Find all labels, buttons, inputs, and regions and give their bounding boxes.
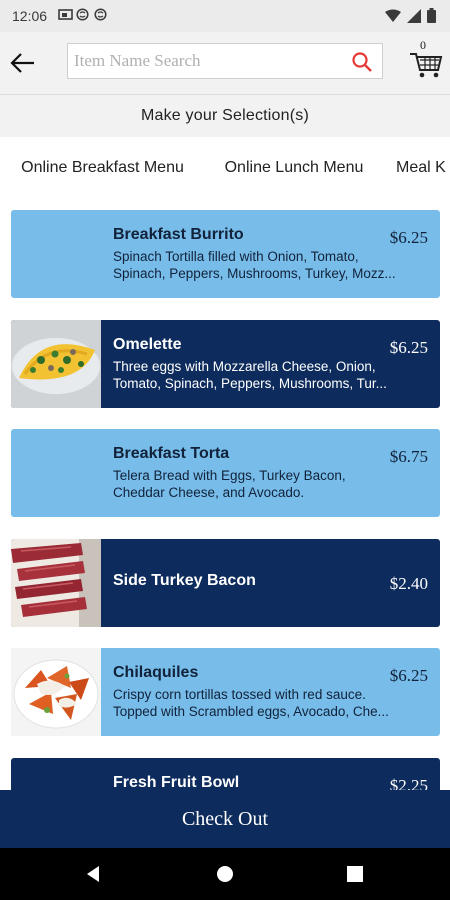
tab-meal-kit[interactable]: Meal K [396, 137, 450, 199]
item-price: $6.75 [389, 447, 428, 466]
battery-icon [427, 8, 436, 28]
search-button[interactable] [350, 50, 374, 74]
item-name: Chilaquiles [113, 664, 199, 681]
item-name: Omelette [113, 336, 182, 353]
wifi-icon [385, 9, 401, 27]
tab-online-breakfast-menu[interactable]: Online Breakfast Menu [0, 137, 205, 199]
circle-home-icon [217, 866, 233, 882]
selection-title: Make your Selection(s) [0, 95, 450, 137]
item-description-line: Tomato, Spinach, Peppers, Mushrooms, Tur… [113, 376, 387, 391]
cart-button[interactable]: 0 [408, 38, 444, 80]
menu-item-side-turkey-bacon[interactable]: Side Turkey Bacon $2.40 [11, 539, 440, 627]
item-price: $2.40 [389, 574, 428, 593]
checkout-button[interactable]: Check Out [0, 790, 450, 848]
item-name: Side Turkey Bacon [113, 572, 256, 589]
turkey-bacon-image [11, 539, 101, 627]
back-button[interactable] [8, 48, 38, 78]
screen-cast-icon [58, 8, 73, 21]
item-name: Breakfast Burrito [113, 226, 244, 243]
cart-count: 0 [420, 38, 426, 52]
arrow-left-icon [10, 53, 34, 73]
shopping-cart-icon [410, 53, 443, 78]
square-recents-icon [347, 866, 363, 882]
menu-item-fresh-fruit-bowl[interactable]: Fresh Fruit Bowl $2.25 [11, 758, 440, 790]
triangle-back-icon [87, 866, 99, 882]
item-description: Crispy corn tortillas tossed with red sa… [113, 686, 425, 720]
item-description: Spinach Tortilla filled with Onion, Toma… [113, 248, 425, 282]
item-price: $6.25 [389, 666, 428, 685]
nav-home-button[interactable] [215, 864, 235, 884]
menu-item-breakfast-burrito[interactable]: Breakfast Burrito $6.25 Spinach Tortilla… [11, 210, 440, 298]
chilaquiles-image [11, 648, 101, 736]
menu-item-chilaquiles[interactable]: Chilaquiles $6.25 Crispy corn tortillas … [11, 648, 440, 736]
signal-icon [407, 8, 421, 28]
nav-back-button[interactable] [84, 864, 104, 884]
omelette-image [11, 320, 101, 408]
sync-icon [94, 8, 108, 21]
item-description-line: Spinach, Peppers, Mushrooms, Turkey, Moz… [113, 266, 396, 281]
item-description-line: Spinach Tortilla filled with Onion, Toma… [113, 249, 359, 264]
status-system-icons [385, 8, 436, 28]
item-name: Fresh Fruit Bowl [113, 774, 240, 790]
item-description: Telera Bread with Eggs, Turkey Bacon, Ch… [113, 467, 425, 501]
menu-tabs: Online Breakfast Menu Online Lunch Menu … [0, 137, 450, 199]
item-name: Breakfast Torta [113, 445, 230, 462]
search-input[interactable] [74, 46, 334, 76]
status-bar: 12:06 [0, 0, 450, 32]
item-description-line: Topped with Scrambled eggs, Avocado, Che… [113, 704, 389, 719]
item-price: $6.25 [389, 338, 428, 357]
menu-item-breakfast-torta[interactable]: Breakfast Torta $6.75 Telera Bread with … [11, 429, 440, 517]
menu-item-list: Breakfast Burrito $6.25 Spinach Tortilla… [0, 199, 450, 790]
sync-icon [76, 8, 90, 21]
item-description-line: Three eggs with Mozzarella Cheese, Onion… [113, 359, 376, 374]
app-header: 0 [0, 32, 450, 95]
nav-recents-button[interactable] [345, 864, 365, 884]
item-description: Three eggs with Mozzarella Cheese, Onion… [113, 358, 425, 392]
item-description-line: Telera Bread with Eggs, Turkey Bacon, [113, 468, 346, 483]
item-price: $2.25 [389, 776, 428, 790]
item-description-line: Cheddar Cheese, and Avocado. [113, 485, 305, 500]
status-notification-icons [58, 8, 108, 21]
system-navigation-bar [0, 848, 450, 900]
item-price: $6.25 [389, 228, 428, 247]
item-description-line: Crispy corn tortillas tossed with red sa… [113, 687, 366, 702]
search-icon [352, 52, 372, 72]
tab-online-lunch-menu[interactable]: Online Lunch Menu [205, 137, 383, 199]
status-time: 12:06 [12, 8, 48, 24]
search-box [67, 43, 383, 79]
menu-item-omelette[interactable]: Omelette $6.25 Three eggs with Mozzarell… [11, 320, 440, 408]
